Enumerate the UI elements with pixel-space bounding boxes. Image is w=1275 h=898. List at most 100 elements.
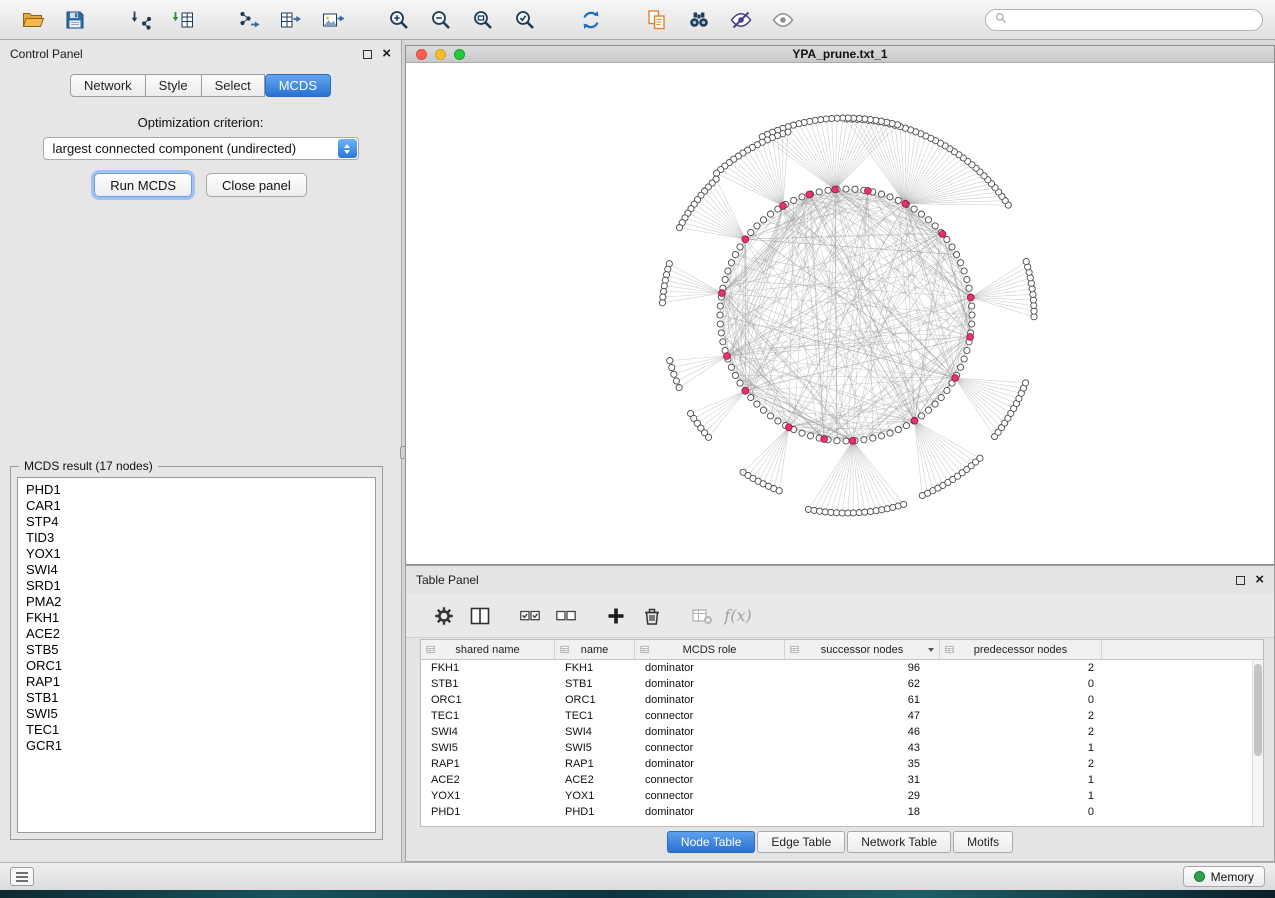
window-close-button[interactable]: [416, 49, 427, 60]
table-row[interactable]: PHD1PHD1dominator180: [421, 804, 1263, 820]
float-panel-icon[interactable]: [363, 50, 372, 59]
tab-edge-table[interactable]: Edge Table: [757, 831, 845, 853]
status-menu-icon[interactable]: [10, 867, 34, 886]
network-window-titlebar[interactable]: YPA_prune.txt_1: [406, 46, 1274, 63]
table-row[interactable]: FKH1FKH1dominator962: [421, 660, 1263, 676]
table-header-row: shared namenameMCDS rolesuccessor nodesp…: [421, 640, 1263, 660]
result-item[interactable]: PHD1: [26, 482, 367, 498]
result-item[interactable]: GCR1: [26, 738, 367, 754]
export-network-icon[interactable]: [228, 5, 270, 35]
column-header-MCDS-role[interactable]: MCDS role: [635, 640, 785, 659]
table-cell: PHD1: [555, 806, 635, 818]
binoculars-icon[interactable]: [678, 5, 720, 35]
show-details-icon[interactable]: [762, 5, 804, 35]
result-item[interactable]: ACE2: [26, 626, 367, 642]
table-cell: TEC1: [421, 710, 555, 722]
network-canvas-svg[interactable]: [406, 63, 1274, 564]
table-row[interactable]: RAP1RAP1dominator352: [421, 756, 1263, 772]
mcds-result-list[interactable]: PHD1CAR1STP4TID3YOX1SWI4SRD1PMA2FKH1ACE2…: [17, 477, 376, 833]
import-table-icon[interactable]: [162, 5, 204, 35]
save-icon[interactable]: [54, 5, 96, 35]
import-network-icon[interactable]: [120, 5, 162, 35]
close-panel-button[interactable]: Close panel: [206, 173, 307, 197]
table-row[interactable]: SWI5SWI5connector431: [421, 740, 1263, 756]
result-item[interactable]: STB1: [26, 690, 367, 706]
fx-icon: f(x): [720, 601, 756, 631]
table-cell: PHD1: [421, 806, 555, 818]
column-header-successor-nodes[interactable]: successor nodes: [785, 640, 940, 659]
column-header-shared-name[interactable]: shared name: [421, 640, 555, 659]
result-item[interactable]: RAP1: [26, 674, 367, 690]
optimization-dropdown[interactable]: largest connected component (undirected): [43, 137, 359, 160]
table-cell: dominator: [635, 726, 785, 738]
select-all-icon[interactable]: [512, 601, 548, 631]
float-table-panel-icon[interactable]: [1236, 576, 1245, 585]
unselect-all-icon[interactable]: [548, 601, 584, 631]
table-cell: YOX1: [555, 790, 635, 802]
table-cell: SWI4: [555, 726, 635, 738]
table-row[interactable]: TEC1TEC1connector472: [421, 708, 1263, 724]
result-item[interactable]: CAR1: [26, 498, 367, 514]
trash-icon[interactable]: [634, 601, 670, 631]
memory-button[interactable]: Memory: [1183, 866, 1265, 887]
gear-icon[interactable]: [426, 601, 462, 631]
result-item[interactable]: FKH1: [26, 610, 367, 626]
mini-table-icon: [639, 644, 650, 658]
table-cell: 18: [785, 806, 940, 818]
table-cell: 2: [940, 662, 1102, 674]
export-image-icon[interactable]: [312, 5, 354, 35]
hide-details-icon[interactable]: [720, 5, 762, 35]
result-item[interactable]: PMA2: [26, 594, 367, 610]
zoom-out-icon[interactable]: [420, 5, 462, 35]
result-item[interactable]: SWI5: [26, 706, 367, 722]
result-item[interactable]: SWI4: [26, 562, 367, 578]
tab-network-table[interactable]: Network Table: [847, 831, 951, 853]
column-header-name[interactable]: name: [555, 640, 635, 659]
table-body: FKH1FKH1dominator962STB1STB1dominator620…: [421, 660, 1263, 820]
table-cell: ACE2: [555, 774, 635, 786]
table-row[interactable]: STB1STB1dominator620: [421, 676, 1263, 692]
search-input[interactable]: [985, 9, 1263, 31]
zoom-selected-icon[interactable]: [504, 5, 546, 35]
result-item[interactable]: SRD1: [26, 578, 367, 594]
tab-network[interactable]: Network: [70, 74, 146, 97]
run-mcds-button[interactable]: Run MCDS: [94, 173, 192, 197]
scrollbar-thumb[interactable]: [1254, 664, 1262, 756]
tab-style[interactable]: Style: [146, 74, 202, 97]
open-folder-icon[interactable]: [12, 5, 54, 35]
table-row[interactable]: ACE2ACE2connector311: [421, 772, 1263, 788]
zoom-fit-icon[interactable]: [462, 5, 504, 35]
tab-motifs[interactable]: Motifs: [953, 831, 1013, 853]
result-item[interactable]: YOX1: [26, 546, 367, 562]
result-item[interactable]: STP4: [26, 514, 367, 530]
result-item[interactable]: TID3: [26, 530, 367, 546]
copy-share-icon[interactable]: [636, 5, 678, 35]
close-table-panel-icon[interactable]: ×: [1255, 574, 1264, 586]
tab-select[interactable]: Select: [202, 74, 265, 97]
desktop-wallpaper: [0, 890, 1275, 898]
tab-node-table[interactable]: Node Table: [667, 831, 756, 853]
tab-mcds[interactable]: MCDS: [265, 74, 331, 97]
result-item[interactable]: TEC1: [26, 722, 367, 738]
table-row[interactable]: ORC1ORC1dominator610: [421, 692, 1263, 708]
export-table-icon[interactable]: [270, 5, 312, 35]
column-header-predecessor-nodes[interactable]: predecessor nodes: [940, 640, 1102, 659]
result-item[interactable]: STB5: [26, 642, 367, 658]
network-view[interactable]: [406, 63, 1274, 564]
result-item[interactable]: ORC1: [26, 658, 367, 674]
table-row[interactable]: SWI4SWI4dominator462: [421, 724, 1263, 740]
status-bar: Memory: [0, 862, 1275, 890]
table-scrollbar[interactable]: [1252, 660, 1263, 826]
close-panel-icon[interactable]: ×: [382, 48, 391, 60]
table-cell: 47: [785, 710, 940, 722]
table-row[interactable]: YOX1YOX1connector291: [421, 788, 1263, 804]
optimization-label: Optimization criterion:: [0, 115, 401, 130]
refresh-icon[interactable]: [570, 5, 612, 35]
zoom-in-icon[interactable]: [378, 5, 420, 35]
main-toolbar: [0, 0, 1275, 40]
table-cell: 1: [940, 774, 1102, 786]
columns-icon[interactable]: [462, 601, 498, 631]
window-minimize-button[interactable]: [435, 49, 446, 60]
window-zoom-button[interactable]: [454, 49, 465, 60]
add-icon[interactable]: [598, 601, 634, 631]
